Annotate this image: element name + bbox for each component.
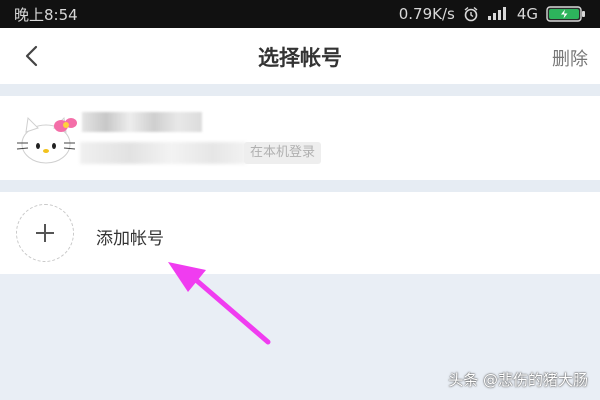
section-divider — [0, 84, 600, 96]
account-name-blurred — [82, 112, 202, 132]
login-status-badge: 在本机登录 — [244, 142, 322, 164]
plus-icon — [36, 224, 54, 242]
add-account-item[interactable]: 添加帐号 — [0, 192, 600, 274]
status-bar: 晚上8:54 0.79K/s 4G — [0, 0, 600, 28]
delete-button[interactable]: 删除 — [552, 45, 588, 71]
add-account-circle[interactable] — [16, 204, 74, 262]
nav-bar: 选择帐号 删除 — [0, 28, 600, 84]
section-divider — [0, 180, 600, 192]
network-type: 4G — [516, 5, 538, 23]
account-item[interactable]: 在本机登录 — [0, 96, 600, 180]
status-indicators: 0.79K/s 4G — [399, 5, 586, 23]
network-speed: 0.79K/s — [398, 5, 455, 23]
battery-icon — [546, 6, 586, 22]
add-account-label: 添加帐号 — [96, 229, 164, 249]
status-time: 晚上8:54 — [14, 5, 78, 24]
watermark: 头条 @悲伤的猪大肠 — [448, 371, 588, 389]
signal-icon — [487, 7, 509, 21]
account-id-blurred — [80, 142, 246, 164]
alarm-icon — [463, 6, 479, 22]
hello-kitty-avatar[interactable] — [14, 110, 78, 168]
page-title: 选择帐号 — [258, 46, 342, 70]
